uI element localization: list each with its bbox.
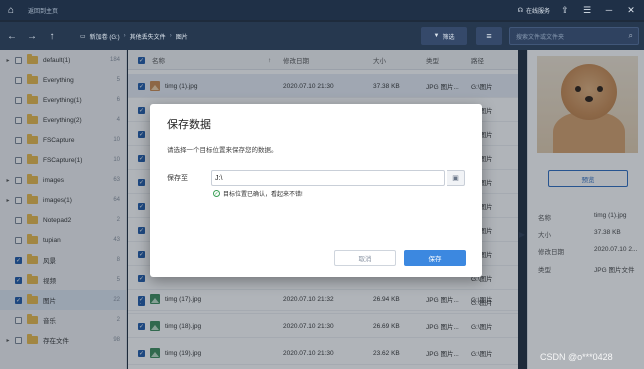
- modal-overlay: [0, 50, 128, 369]
- dialog-description: 请选择一个目标位置来保存您的数据。: [167, 147, 278, 154]
- back-arrow-icon[interactable]: ←: [4, 28, 20, 44]
- check-circle-icon: ✓: [213, 190, 220, 197]
- funnel-icon: ▼: [433, 33, 440, 39]
- search-icon[interactable]: ⌕: [629, 31, 633, 41]
- up-arrow-icon[interactable]: ↑: [44, 28, 60, 44]
- cancel-button[interactable]: 取消: [334, 250, 396, 266]
- breadcrumb-pictures[interactable]: 图片: [176, 32, 188, 41]
- online-service-label: 在线服务: [525, 8, 550, 15]
- online-service-button[interactable]: ☊ 在线服务: [518, 6, 550, 15]
- menu-icon[interactable]: ☰: [580, 3, 594, 17]
- back-to-home-label[interactable]: 返回到主页: [28, 6, 58, 15]
- search-input[interactable]: 搜索文件或文件夹 ⌕: [509, 27, 639, 45]
- browse-folder-icon[interactable]: ▣: [447, 170, 465, 186]
- save-to-label: 保存至: [167, 175, 188, 182]
- filter-label: 筛选: [442, 34, 455, 41]
- view-menu-button[interactable]: ≡: [476, 27, 502, 45]
- breadcrumb-separator: ›: [169, 33, 172, 39]
- dialog-title: 保存数据: [167, 119, 211, 131]
- save-data-dialog: 保存数据 请选择一个目标位置来保存您的数据。 保存至 J:\ ▣ ✓ 目标位置已…: [150, 104, 482, 277]
- breadcrumb-drive[interactable]: 新加卷 (G:): [90, 32, 120, 41]
- path-status: ✓ 目标位置已确认，看起来不错!: [213, 189, 303, 198]
- path-status-text: 目标位置已确认，看起来不错!: [223, 192, 303, 198]
- minimize-button[interactable]: ─: [602, 3, 616, 17]
- drive-icon: ▭: [80, 33, 86, 40]
- navigation-bar: ← → ↑ ▭ 新加卷 (G:) › 其他丢失文件 › 图片 ▼ 筛选 ≡ 搜索…: [0, 22, 644, 50]
- title-bar: ⌂ 返回到主页 ☊ 在线服务 ⇪ ☰ ─ ✕: [0, 0, 644, 20]
- search-placeholder: 搜索文件或文件夹: [516, 34, 565, 41]
- close-button[interactable]: ✕: [624, 3, 638, 17]
- breadcrumb: ▭ 新加卷 (G:) › 其他丢失文件 › 图片: [80, 32, 188, 41]
- modal-overlay: [527, 50, 644, 369]
- share-icon[interactable]: ⇪: [558, 3, 572, 17]
- save-path-input[interactable]: J:\: [211, 170, 445, 186]
- breadcrumb-separator: ›: [123, 33, 126, 39]
- watermark: CSDN @o***0428: [540, 352, 613, 362]
- forward-arrow-icon[interactable]: →: [24, 28, 40, 44]
- headset-icon: ☊: [517, 7, 523, 14]
- save-button[interactable]: 保存: [404, 250, 466, 266]
- home-icon[interactable]: ⌂: [4, 3, 18, 17]
- breadcrumb-lost-files[interactable]: 其他丢失文件: [130, 32, 166, 41]
- filter-button[interactable]: ▼ 筛选: [421, 27, 467, 45]
